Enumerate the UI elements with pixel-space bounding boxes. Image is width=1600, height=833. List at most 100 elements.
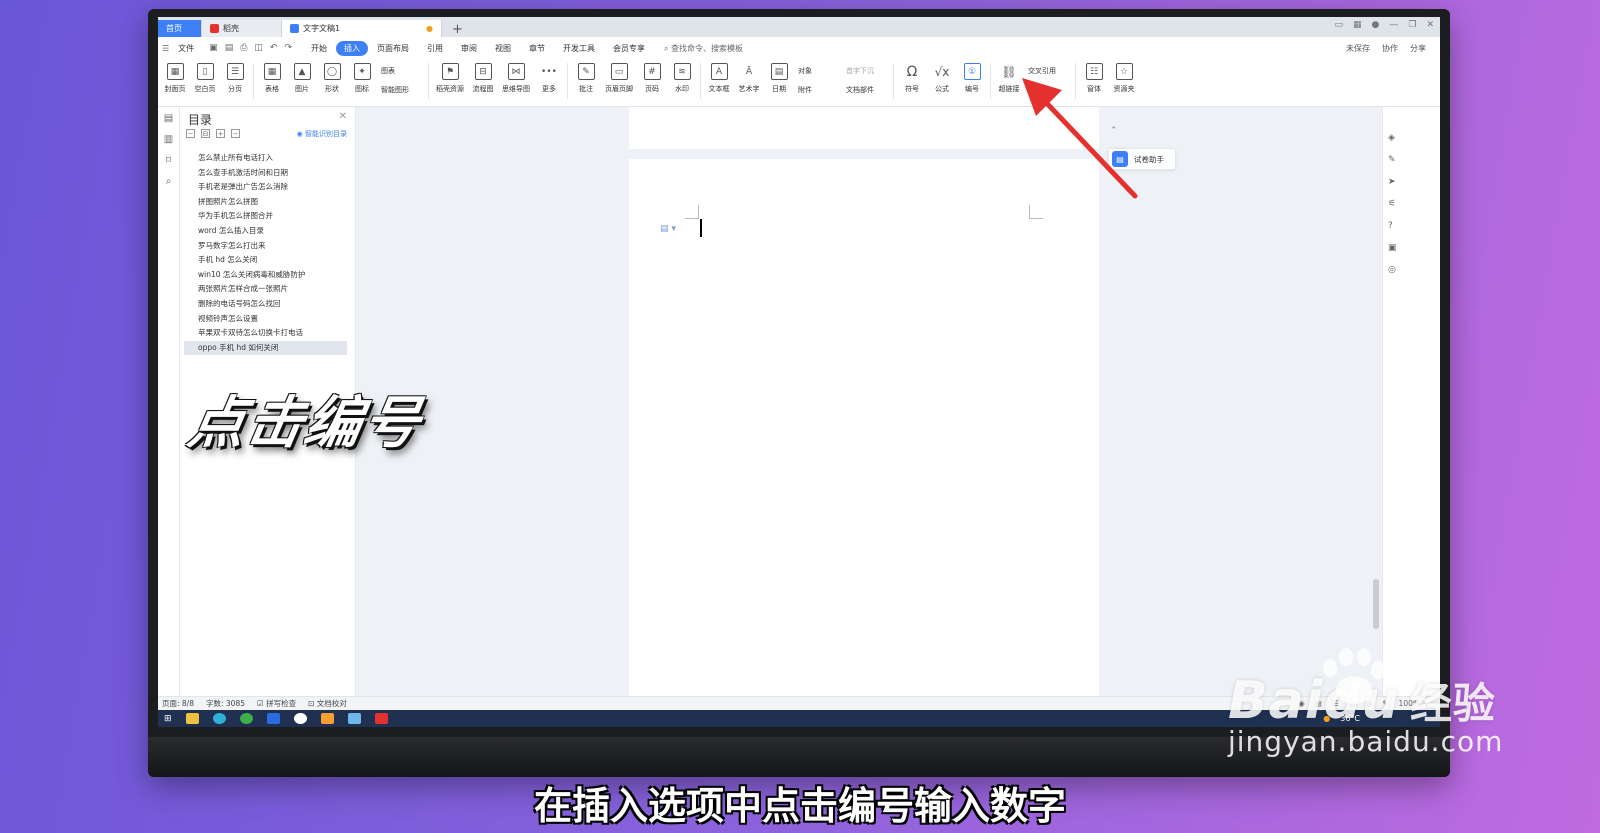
- docpart-button[interactable]: 文档部件: [846, 85, 874, 95]
- grid-icon[interactable]: ▦: [1353, 20, 1362, 30]
- dropcap-button[interactable]: 首字下沉: [846, 66, 874, 76]
- menu-section[interactable]: 章节: [520, 41, 554, 56]
- resource-button[interactable]: ⚑ 稻壳资源: [432, 63, 468, 94]
- list-item[interactable]: 删除的电话号码怎么找回: [184, 297, 347, 312]
- menu-review[interactable]: 审阅: [452, 41, 486, 56]
- new-tab-button[interactable]: +: [442, 22, 473, 37]
- preview-icon[interactable]: ◫: [254, 43, 263, 53]
- word-count[interactable]: 字数: 3085: [206, 698, 245, 709]
- list-item[interactable]: 视频铃声怎么设置: [184, 312, 347, 327]
- tab-home[interactable]: 首页: [158, 20, 202, 37]
- page-break-button[interactable]: ☰ 分页: [220, 63, 250, 94]
- proofread[interactable]: ⊡ 文档校对: [308, 698, 347, 709]
- menu-reference[interactable]: 引用: [418, 41, 452, 56]
- blank-page-button[interactable]: ▯ 空白页: [190, 63, 220, 94]
- mindmap-button[interactable]: ⋈ 思维导图: [498, 63, 534, 94]
- minimize-icon[interactable]: —: [1389, 20, 1398, 30]
- print-icon[interactable]: ⎙: [240, 43, 247, 53]
- symbol-button[interactable]: Ω 符号: [897, 63, 927, 94]
- toc-nav-icon[interactable]: ▤: [164, 113, 173, 124]
- wordart-button[interactable]: Ā 艺术字: [734, 63, 764, 94]
- numbering-button[interactable]: ① 编号: [957, 63, 987, 94]
- cover-page-button[interactable]: ▦ 封面页: [160, 63, 190, 94]
- backup-icon[interactable]: ▣: [1388, 243, 1397, 253]
- page-number-button[interactable]: # 页码: [637, 63, 667, 94]
- list-item[interactable]: 拼图照片怎么拼图: [184, 195, 347, 210]
- close-icon[interactable]: ✕: [339, 111, 347, 122]
- smart-toc-button[interactable]: ◉ 智能识别目录: [297, 129, 347, 139]
- picture-button[interactable]: ▲ 图片: [287, 63, 317, 94]
- close-icon[interactable]: ✕: [1426, 20, 1434, 30]
- browser-icon[interactable]: [212, 713, 226, 724]
- app-icon[interactable]: [347, 713, 361, 724]
- more-button[interactable]: ••• 更多: [534, 63, 564, 94]
- location-icon[interactable]: ◎: [1388, 265, 1397, 275]
- attachment-button[interactable]: 附件: [798, 85, 812, 95]
- wps-icon[interactable]: [374, 713, 388, 724]
- tab-drafts[interactable]: 稻壳: [202, 20, 282, 37]
- menu-developer[interactable]: 开发工具: [554, 41, 604, 56]
- bookmark-nav-icon[interactable]: ⌑: [166, 155, 171, 166]
- file-menu[interactable]: 文件: [169, 41, 203, 56]
- help-icon[interactable]: ?: [1388, 221, 1397, 231]
- windows-start-icon[interactable]: ⊞: [164, 714, 172, 724]
- scrollbar-thumb[interactable]: [1373, 579, 1379, 629]
- list-item[interactable]: 手机 hd 怎么关闭: [184, 253, 347, 268]
- list-item[interactable]: 苹果双卡双待怎么切换卡打电话: [184, 326, 347, 341]
- search-nav-icon[interactable]: ⌕: [166, 176, 172, 187]
- avatar[interactable]: ●: [1372, 20, 1380, 30]
- menu-insert[interactable]: 插入: [336, 40, 369, 56]
- restore-icon[interactable]: ❐: [1408, 20, 1416, 30]
- table-button[interactable]: ▦ 表格: [257, 63, 287, 94]
- smartart-button[interactable]: 智能图形: [381, 85, 409, 95]
- formula-button[interactable]: √x 公式: [927, 63, 957, 94]
- unsaved-status[interactable]: 未保存: [1346, 43, 1370, 54]
- save-icon[interactable]: ▣: [209, 43, 218, 53]
- share-button[interactable]: 分享: [1410, 43, 1426, 54]
- list-item[interactable]: 怎么禁止所有电话打入: [184, 151, 347, 166]
- expand-all-icon[interactable]: ⊟: [201, 129, 210, 138]
- style-icon[interactable]: ◈: [1388, 133, 1397, 143]
- chapter-nav-icon[interactable]: ▥: [164, 134, 173, 145]
- scrollbar[interactable]: [1372, 109, 1380, 694]
- explorer-icon[interactable]: [185, 713, 199, 724]
- spell-check[interactable]: ☑ 拼写检查: [257, 698, 296, 709]
- list-item[interactable]: 华为手机怎么拼图合并: [184, 209, 347, 224]
- date-button[interactable]: ▤ 日期: [764, 63, 794, 94]
- undo-icon[interactable]: ↶: [270, 43, 278, 53]
- collab-button[interactable]: 协作: [1382, 43, 1398, 54]
- menu-start[interactable]: 开始: [302, 41, 336, 56]
- add-level-icon[interactable]: +: [216, 129, 225, 138]
- comment-button[interactable]: ✎ 批注: [571, 63, 601, 94]
- paragraph-icon[interactable]: ▤ ▾: [660, 224, 676, 234]
- list-item[interactable]: 两张照片怎样合成一张照片: [184, 282, 347, 297]
- edge-icon[interactable]: [266, 713, 280, 724]
- menu-member[interactable]: 会员专享: [604, 41, 654, 56]
- shape-button[interactable]: ◯ 形状: [317, 63, 347, 94]
- office-icon[interactable]: [320, 713, 334, 724]
- page-count[interactable]: 页面: 8/8: [162, 698, 194, 709]
- current-page[interactable]: ▤ ▾: [629, 159, 1099, 727]
- list-item-selected[interactable]: oppo 手机 hd 如何关闭: [184, 340, 347, 356]
- adjust-icon[interactable]: ⚟: [1388, 199, 1397, 209]
- chart-button[interactable]: 图表: [381, 66, 395, 76]
- wechat-icon[interactable]: [239, 713, 253, 724]
- collapse-all-icon[interactable]: −: [186, 129, 195, 138]
- list-item[interactable]: win10 怎么关闭病毒和威胁防护: [184, 268, 347, 283]
- object-button[interactable]: 对象: [798, 66, 812, 76]
- command-search[interactable]: ⌕ 查找命令、搜索模板: [664, 43, 743, 54]
- export-icon[interactable]: ▤: [225, 43, 234, 53]
- icon-button[interactable]: ✦ 图标: [347, 63, 377, 94]
- watermark-button[interactable]: ≋ 水印: [667, 63, 697, 94]
- redo-icon[interactable]: ↷: [284, 43, 292, 53]
- sogou-icon[interactable]: [293, 713, 307, 724]
- menu-layout[interactable]: 页面布局: [368, 41, 418, 56]
- list-item[interactable]: 罗马数字怎么打出来: [184, 239, 347, 254]
- layout-icon[interactable]: ▭: [1334, 20, 1343, 30]
- remove-level-icon[interactable]: −: [231, 129, 240, 138]
- menu-view[interactable]: 视图: [486, 41, 520, 56]
- textbox-button[interactable]: A 文本框: [704, 63, 734, 94]
- list-item[interactable]: word 怎么插入目录: [184, 224, 347, 239]
- header-footer-button[interactable]: ▭ 页眉页脚: [601, 63, 637, 94]
- list-item[interactable]: 手机老是弹出广告怎么消除: [184, 180, 347, 195]
